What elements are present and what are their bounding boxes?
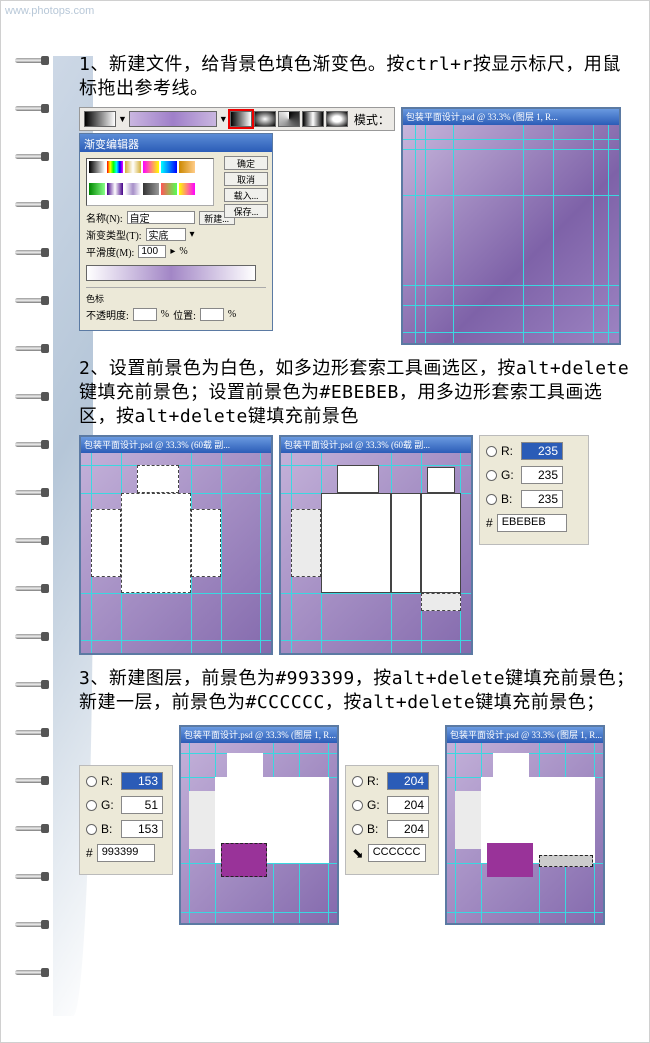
radio-icon[interactable] (486, 470, 497, 481)
hash-label: # (86, 846, 93, 860)
r-label: R: (101, 774, 117, 788)
pos-input[interactable] (200, 308, 224, 321)
radio-icon[interactable] (352, 776, 363, 787)
stops-label: 色标 (86, 292, 266, 305)
color-panel-ebebeb: R: 235 G: 235 B: 235 # EBEBEB (479, 435, 589, 545)
b-value[interactable]: 235 (521, 490, 563, 508)
psd-window: 包装平面设计.psd @ 33.3% (图层 1, R... (179, 725, 339, 925)
dropdown-icon[interactable]: ▼ (219, 114, 228, 124)
gradient-toolbar[interactable]: ▼ ▼ 模式： (79, 107, 395, 131)
gradient-linear-button[interactable] (230, 111, 252, 127)
psd-title: 包装平面设计.psd @ 33.3% (60载 副... (81, 437, 271, 453)
type-label: 渐变类型(T): (86, 227, 142, 242)
radio-icon[interactable] (486, 494, 497, 505)
psd-window: 包装平面设计.psd @ 33.3% (60载 副... (279, 435, 473, 655)
gradient-preview[interactable] (129, 111, 217, 127)
radio-icon[interactable] (486, 446, 497, 457)
g-label: G: (101, 798, 117, 812)
psd-title: 包装平面设计.psd @ 33.3% (60载 副... (281, 437, 471, 453)
pos-label: 位置: (173, 307, 196, 322)
gradient-angle-button[interactable] (278, 111, 300, 127)
step2-row: 包装平面设计.psd @ 33.3% (60载 副... 包装平面设计.psd … (79, 435, 635, 655)
smooth-input[interactable] (138, 245, 166, 258)
psd-canvas (81, 453, 271, 653)
hex-value[interactable]: 993399 (97, 844, 155, 862)
step2-text: 2、设置前景色为白色，如多边形套索工具画选区，按alt+delete键填充前景色… (79, 357, 635, 429)
opacity-input[interactable] (133, 308, 157, 321)
color-panel-cccccc: R: 204 G: 204 B: 204 ⬊CCCCCC (345, 765, 439, 875)
smooth-label: 平滑度(M): (86, 244, 134, 259)
step3-text: 3、新建图层，前景色为#993399，按alt+delete键填充前景色；新建一… (79, 667, 635, 715)
psd-canvas (403, 125, 619, 343)
gradient-diamond-button[interactable] (326, 111, 348, 127)
step1-row: ▼ ▼ 模式： 渐变编辑器 确定 取消 载入... 保存... (79, 107, 635, 345)
radio-icon[interactable] (352, 824, 363, 835)
opacity-label: 不透明度: (86, 307, 129, 322)
psd-title: 包装平面设计.psd @ 33.3% (图层 1, R... (447, 727, 603, 743)
gradient-swatch-small[interactable] (84, 111, 116, 127)
radio-icon[interactable] (86, 824, 97, 835)
gradient-slider[interactable] (86, 265, 256, 281)
b-value[interactable]: 204 (387, 820, 429, 838)
gradient-radial-button[interactable] (254, 111, 276, 127)
percent-label: ▸ (170, 246, 175, 257)
psd-title: 包装平面设计.psd @ 33.3% (图层 1, R... (403, 109, 619, 125)
r-label: R: (367, 774, 383, 788)
save-button[interactable]: 保存... (224, 204, 268, 218)
r-value[interactable]: 204 (387, 772, 429, 790)
psd-canvas (281, 453, 471, 653)
b-label: B: (367, 822, 383, 836)
eyedropper-icon[interactable]: ⬊ (352, 845, 364, 862)
ok-button[interactable]: 确定 (224, 156, 268, 170)
psd-title: 包装平面设计.psd @ 33.3% (图层 1, R... (181, 727, 337, 743)
g-value[interactable]: 51 (121, 796, 163, 814)
radio-icon[interactable] (86, 800, 97, 811)
name-input[interactable] (127, 211, 195, 224)
psd-window: 包装平面设计.psd @ 33.3% (图层 1, R... (445, 725, 605, 925)
dropdown-icon[interactable]: ▼ (118, 114, 127, 124)
g-label: G: (367, 798, 383, 812)
dialog-title: 渐变编辑器 (80, 134, 272, 152)
psd-window: 包装平面设计.psd @ 33.3% (图层 1, R... (401, 107, 621, 345)
psd-window: 包装平面设计.psd @ 33.3% (60载 副... (79, 435, 273, 655)
cancel-button[interactable]: 取消 (224, 172, 268, 186)
r-value[interactable]: 153 (121, 772, 163, 790)
g-value[interactable]: 204 (387, 796, 429, 814)
hex-value[interactable]: EBEBEB (497, 514, 567, 532)
name-label: 名称(N): (86, 210, 123, 225)
spiral-binding (15, 56, 65, 1016)
b-label: B: (101, 822, 117, 836)
hex-value[interactable]: CCCCCC (368, 844, 426, 862)
g-value[interactable]: 235 (521, 466, 563, 484)
gradient-presets[interactable] (86, 158, 214, 206)
gradient-editor-dialog: 渐变编辑器 确定 取消 载入... 保存... (79, 133, 273, 331)
r-label: R: (501, 444, 517, 458)
g-label: G: (501, 468, 517, 482)
hash-label: # (486, 516, 493, 530)
psd-canvas (181, 743, 337, 923)
color-panel-993399: R: 153 G: 51 B: 153 #993399 (79, 765, 173, 875)
b-value[interactable]: 153 (121, 820, 163, 838)
load-button[interactable]: 载入... (224, 188, 268, 202)
radio-icon[interactable] (352, 800, 363, 811)
step1-text: 1、新建文件，给背景色填色渐变色。按ctrl+r按显示标尺，用鼠标拖出参考线。 (79, 53, 635, 101)
mode-label: 模式： (354, 111, 390, 128)
percent-label: % (179, 246, 187, 257)
watermark: www.photops.com (5, 5, 94, 17)
dropdown-icon[interactable]: ▾ (190, 229, 195, 240)
r-value[interactable]: 235 (521, 442, 563, 460)
radio-icon[interactable] (86, 776, 97, 787)
page-content: 1、新建文件，给背景色填色渐变色。按ctrl+r按显示标尺，用鼠标拖出参考线。 … (79, 53, 635, 931)
gradient-reflected-button[interactable] (302, 111, 324, 127)
step3-row: R: 153 G: 51 B: 153 #993399 包装平面设计.psd @ 33… (79, 725, 635, 925)
psd-canvas (447, 743, 603, 923)
type-select[interactable] (146, 228, 186, 241)
b-label: B: (501, 492, 517, 506)
